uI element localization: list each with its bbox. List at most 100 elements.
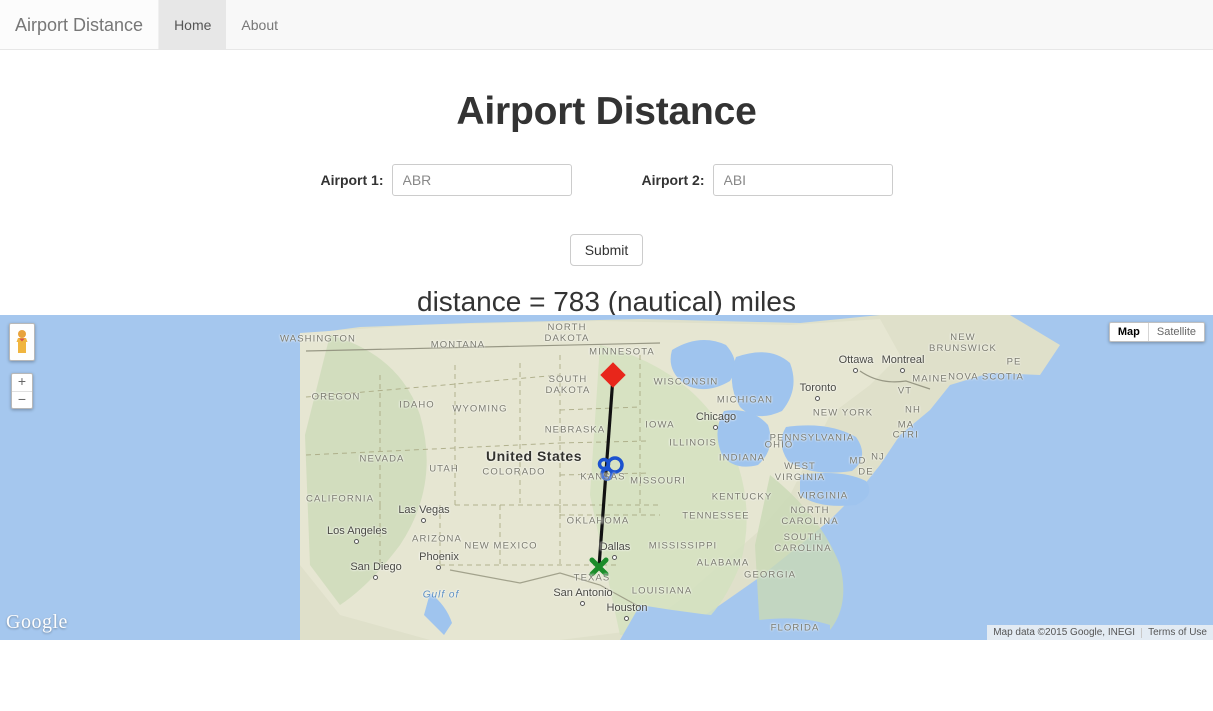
airport2-label: Airport 2:: [641, 172, 705, 188]
state-label: COLORADO: [482, 466, 546, 478]
state-label: CALIFORNIA: [305, 493, 375, 505]
state-label: SOUTH DAKOTA: [545, 374, 591, 396]
state-label: VT: [897, 385, 913, 397]
google-watermark: Google: [6, 611, 68, 633]
state-label: UTAH: [429, 463, 459, 475]
nav-item-home[interactable]: Home: [159, 0, 227, 49]
state-label: NEW MEXICO: [464, 540, 538, 552]
state-label: DE: [858, 466, 874, 478]
state-label: INDIANA: [718, 452, 766, 464]
state-label: PE: [1006, 356, 1022, 368]
airport1-group: Airport 1:: [321, 164, 572, 196]
city-label: Chicago: [695, 411, 737, 423]
state-label: VIRGINIA: [797, 490, 849, 502]
state-label: MICHIGAN: [716, 394, 774, 406]
state-label: WEST VIRGINIA: [774, 461, 826, 483]
city-label: Houston: [606, 602, 648, 614]
state-label: NEBRASKA: [544, 424, 606, 436]
state-label: ALABAMA: [696, 557, 750, 569]
state-label: NEVADA: [359, 453, 405, 465]
state-label: LOUISIANA: [631, 585, 693, 597]
city-label: Las Vegas: [398, 504, 450, 516]
map-container[interactable]: WASHINGTON MONTANA NORTH DAKOTA MINNESOTA ORE…: [0, 315, 1213, 640]
state-label: MONTANA: [430, 339, 486, 351]
submit-row: Submit: [0, 234, 1213, 266]
map-type-satellite-button[interactable]: Satellite: [1147, 323, 1204, 341]
country-label: United States: [486, 448, 582, 464]
city-label: San Antonio: [553, 587, 613, 599]
state-label: WYOMING: [452, 403, 508, 415]
map-attribution: Map data ©2015 Google, INEGI Terms of Us…: [987, 625, 1213, 640]
state-label: NORTH DAKOTA: [544, 322, 590, 344]
state-label: MISSISSIPPI: [648, 540, 718, 552]
city-label: Phoenix: [419, 551, 459, 563]
city-dot: [580, 601, 585, 606]
city-label: Toronto: [799, 382, 837, 394]
state-label: GEORGIA: [743, 569, 797, 581]
state-label: TENNESSEE: [682, 510, 750, 522]
submit-button[interactable]: Submit: [569, 234, 644, 266]
state-label: NORTH CAROLINA: [781, 505, 839, 527]
city-label: Ottawa: [838, 354, 874, 366]
state-label: MISSOURI: [630, 475, 686, 487]
pegman-streetview-icon[interactable]: [9, 323, 35, 361]
airport1-input[interactable]: [391, 164, 572, 196]
airport2-input[interactable]: [712, 164, 893, 196]
state-label: NEW YORK: [812, 407, 874, 419]
city-dot: [354, 539, 359, 544]
map-ocean-pacific: [0, 315, 306, 640]
city-dot: [815, 396, 820, 401]
navbar: Airport Distance Home About: [0, 0, 1213, 50]
distance-result: distance = 783 (nautical) miles: [417, 286, 796, 317]
state-label: CT: [892, 429, 908, 441]
navbar-brand[interactable]: Airport Distance: [0, 0, 160, 49]
page-title: Airport Distance: [456, 90, 757, 133]
state-label: FLORIDA: [770, 622, 820, 634]
city-dot: [436, 565, 441, 570]
airport-form: Airport 1: Airport 2:: [0, 164, 1213, 196]
city-label: Los Angeles: [327, 525, 387, 537]
state-label: ILLINOIS: [669, 437, 717, 449]
zoom-controls[interactable]: + −: [11, 373, 33, 409]
city-label: Dallas: [599, 541, 631, 553]
state-label: MAINE: [912, 373, 948, 385]
navbar-links: Home About: [159, 0, 293, 49]
map-data-credit: Map data ©2015 Google, INEGI: [993, 627, 1136, 638]
state-label: KANSAS: [580, 471, 626, 483]
airport2-group: Airport 2:: [642, 164, 893, 196]
nav-item-about[interactable]: About: [226, 0, 293, 49]
zoom-out-button[interactable]: −: [12, 391, 32, 408]
city-dot: [421, 518, 426, 523]
state-label: OKLAHOMA: [566, 515, 630, 527]
state-label: ARIZONA: [412, 533, 462, 545]
city-label: Montreal: [881, 354, 925, 366]
water-label: Gulf of: [422, 589, 460, 601]
city-label: San Diego: [350, 561, 402, 573]
zoom-in-button[interactable]: +: [12, 374, 32, 391]
map-type-control[interactable]: Map Satellite: [1108, 322, 1205, 342]
state-label: WASHINGTON: [280, 333, 356, 345]
map-type-map-button[interactable]: Map: [1110, 323, 1148, 341]
airport1-label: Airport 1:: [320, 172, 384, 188]
state-label: PENNSYLVANIA: [769, 432, 855, 444]
state-label: KENTUCKY: [711, 491, 773, 503]
city-dot: [612, 555, 617, 560]
state-label: MD: [849, 455, 867, 467]
city-dot: [713, 425, 718, 430]
map-canvas[interactable]: WASHINGTON MONTANA NORTH DAKOTA MINNESOTA ORE…: [0, 315, 1213, 640]
city-dot: [624, 616, 629, 621]
state-label: SOUTH CAROLINA: [774, 532, 832, 554]
pegman-glyph: [16, 330, 28, 353]
state-label: TEXAS: [573, 572, 611, 584]
state-label: NEW BRUNSWICK: [929, 332, 997, 354]
state-label: RI: [907, 429, 919, 441]
map-ocean-atlantic: [900, 315, 1213, 640]
state-label: OREGON: [311, 391, 361, 403]
state-label: WISCONSIN: [653, 376, 719, 388]
state-label: MINNESOTA: [589, 346, 655, 358]
city-dot: [373, 575, 378, 580]
city-dot: [900, 368, 905, 373]
state-label: IOWA: [645, 419, 675, 431]
terms-of-use-link[interactable]: Terms of Use: [1142, 627, 1213, 638]
state-label: NH: [905, 404, 921, 416]
